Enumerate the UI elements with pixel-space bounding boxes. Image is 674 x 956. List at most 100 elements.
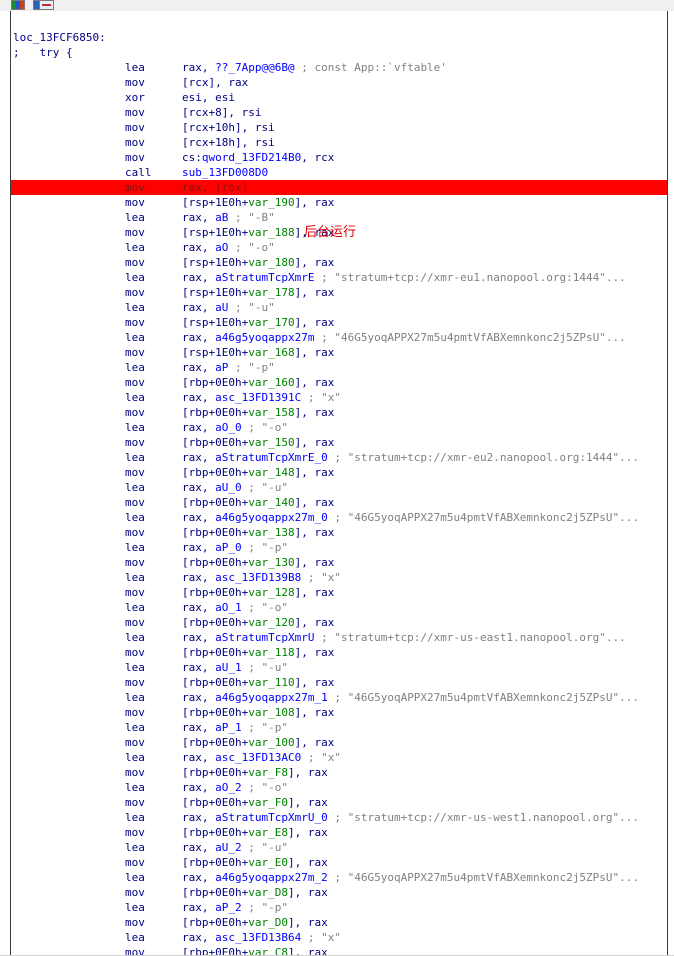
code-line[interactable]: mov [rsp+1E0h+var_168], rax (11, 345, 667, 360)
stack-var[interactable]: var_F8 (248, 766, 288, 779)
symbol-ref[interactable]: a46g5yoqappx27m (215, 331, 314, 344)
symbol-ref[interactable]: sub_13FD008D0 (182, 166, 268, 179)
stack-var[interactable]: var_150 (248, 436, 294, 449)
code-line[interactable]: mov [rbp+0E0h+var_100], rax (11, 735, 667, 750)
code-line[interactable]: mov [rbp+0E0h+var_128], rax (11, 585, 667, 600)
stack-var[interactable]: var_118 (248, 646, 294, 659)
stack-var[interactable]: var_138 (248, 526, 294, 539)
disassembly-view[interactable]: loc_13FCF6850: ; try { lea rax, ??_7App@@… (10, 11, 668, 956)
code-line[interactable]: mov [rbp+0E0h+var_F0], rax (11, 795, 667, 810)
stack-var[interactable]: var_168 (248, 346, 294, 359)
code-line[interactable]: lea rax, asc_13FD13AC0 ; "x" (11, 750, 667, 765)
code-line[interactable]: mov [rbp+0E0h+var_118], rax (11, 645, 667, 660)
stack-var[interactable]: var_140 (248, 496, 294, 509)
symbol-ref[interactable]: aStratumTcpXmrU (215, 631, 314, 644)
code-line[interactable]: mov [rbp+0E0h+var_148], rax (11, 465, 667, 480)
code-line[interactable]: mov [rsp+1E0h+var_180], rax (11, 255, 667, 270)
code-line[interactable]: mov [rcx+10h], rsi (11, 120, 667, 135)
symbol-ref[interactable]: aU_2 (215, 841, 242, 854)
stack-var[interactable]: var_E8 (248, 826, 288, 839)
symbol-ref[interactable]: a46g5yoqappx27m_1 (215, 691, 328, 704)
stack-var[interactable]: var_120 (248, 616, 294, 629)
code-line[interactable]: lea rax, aU ; "-u" (11, 300, 667, 315)
symbol-ref[interactable]: aP_0 (215, 541, 242, 554)
code-line[interactable]: mov [rsp+1E0h+var_178], rax (11, 285, 667, 300)
code-line[interactable]: mov [rbp+0E0h+var_160], rax (11, 375, 667, 390)
stack-var[interactable]: var_100 (248, 736, 294, 749)
code-line[interactable]: lea rax, aO_0 ; "-o" (11, 420, 667, 435)
symbol-ref[interactable]: aP (215, 361, 228, 374)
code-line[interactable]: xor esi, esi (11, 90, 667, 105)
code-line[interactable]: lea rax, a46g5yoqappx27m ; "46G5yoqAPPX27… (11, 330, 667, 345)
code-line[interactable]: lea rax, aP ; "-p" (11, 360, 667, 375)
symbol-ref[interactable]: aB (215, 211, 228, 224)
code-line[interactable]: lea rax, ??_7App@@6B@ ; const App::`vftab… (11, 60, 667, 75)
code-line[interactable]: mov [rbp+0E0h+var_110], rax (11, 675, 667, 690)
graph-view-icon[interactable] (11, 0, 25, 10)
code-line[interactable]: mov [rbp+0E0h+var_158], rax (11, 405, 667, 420)
symbol-ref[interactable]: qword_13FD214B0 (202, 151, 301, 164)
stack-var[interactable]: var_D0 (248, 916, 288, 929)
code-line[interactable]: mov [rbp+0E0h+var_140], rax (11, 495, 667, 510)
code-line[interactable]: mov [rsp+1E0h+var_190], rax (11, 195, 667, 210)
symbol-ref[interactable]: aP_1 (215, 721, 242, 734)
code-line[interactable]: mov [rbp+0E0h+var_D8], rax (11, 885, 667, 900)
stack-var[interactable]: var_110 (248, 676, 294, 689)
symbol-ref[interactable]: aStratumTcpXmrE_0 (215, 451, 328, 464)
symbol-ref[interactable]: aU_1 (215, 661, 242, 674)
symbol-ref[interactable]: aO_2 (215, 781, 242, 794)
symbol-ref[interactable]: aU_0 (215, 481, 242, 494)
code-line[interactable]: lea rax, aStratumTcpXmrE_0 ; "stratum+tcp… (11, 450, 667, 465)
stack-var[interactable]: var_F0 (248, 796, 288, 809)
code-line[interactable]: lea rax, aStratumTcpXmrU ; "stratum+tcp:/… (11, 630, 667, 645)
stack-var[interactable]: var_128 (248, 586, 294, 599)
stack-var[interactable]: var_160 (248, 376, 294, 389)
symbol-ref[interactable]: aO_1 (215, 601, 242, 614)
code-line[interactable]: lea rax, aStratumTcpXmrU_0 ; "stratum+tcp… (11, 810, 667, 825)
code-line[interactable]: mov cs:qword_13FD214B0, rcx (11, 150, 667, 165)
symbol-ref[interactable]: asc_13FD13AC0 (215, 751, 301, 764)
stack-var[interactable]: var_170 (248, 316, 294, 329)
symbol-ref[interactable]: aO (215, 241, 228, 254)
symbol-ref[interactable]: a46g5yoqappx27m_2 (215, 871, 328, 884)
code-line[interactable]: lea rax, aStratumTcpXmrE ; "stratum+tcp:/… (11, 270, 667, 285)
symbol-ref[interactable]: aO_0 (215, 421, 242, 434)
symbol-ref[interactable]: ??_7App@@6B@ (215, 61, 294, 74)
code-line[interactable]: lea rax, aU_2 ; "-u" (11, 840, 667, 855)
code-line[interactable]: mov [rbp+0E0h+var_120], rax (11, 615, 667, 630)
symbol-ref[interactable]: asc_13FD139B8 (215, 571, 301, 584)
code-line[interactable]: lea rax, aU_1 ; "-u" (11, 660, 667, 675)
code-line[interactable]: lea rax, aO_2 ; "-o" (11, 780, 667, 795)
symbol-ref[interactable]: asc_13FD1391C (215, 391, 301, 404)
code-line[interactable]: lea rax, aP_1 ; "-p" (11, 720, 667, 735)
code-line[interactable]: mov [rbp+0E0h+var_E8], rax (11, 825, 667, 840)
stack-var[interactable]: var_130 (248, 556, 294, 569)
code-line[interactable]: mov [rbp+0E0h+var_F8], rax (11, 765, 667, 780)
stack-var[interactable]: var_178 (248, 286, 294, 299)
code-line[interactable]: mov [rcx+18h], rsi (11, 135, 667, 150)
symbol-ref[interactable]: aStratumTcpXmrU_0 (215, 811, 328, 824)
code-line[interactable]: lea rax, asc_13FD139B8 ; "x" (11, 570, 667, 585)
code-line[interactable]: lea rax, aO_1 ; "-o" (11, 600, 667, 615)
stack-var[interactable]: var_158 (248, 406, 294, 419)
code-line[interactable]: mov [rbp+0E0h+var_150], rax (11, 435, 667, 450)
code-line[interactable]: lea rax, aU_0 ; "-u" (11, 480, 667, 495)
symbol-ref[interactable]: asc_13FD13B64 (215, 931, 301, 944)
code-line[interactable]: mov [rbp+0E0h+var_108], rax (11, 705, 667, 720)
dialog-window-icon[interactable] (39, 0, 54, 10)
code-line[interactable]: mov [rcx+8], rsi (11, 105, 667, 120)
stack-var[interactable]: var_180 (248, 256, 294, 269)
code-line[interactable]: lea rax, asc_13FD1391C ; "x" (11, 390, 667, 405)
code-line[interactable]: lea rax, a46g5yoqappx27m_2 ; "46G5yoqAPPX… (11, 870, 667, 885)
stack-var[interactable]: var_108 (248, 706, 294, 719)
code-line[interactable]: call sub_13FD008D0 (11, 165, 667, 180)
stack-var[interactable]: var_148 (248, 466, 294, 479)
highlighted-instruction[interactable]: mov rax, [rbx] (11, 180, 667, 195)
code-line[interactable]: mov [rbp+0E0h+var_E0], rax (11, 855, 667, 870)
code-line[interactable]: mov [rcx], rax (11, 75, 667, 90)
stack-var[interactable]: var_E0 (248, 856, 288, 869)
code-line[interactable]: mov [rsp+1E0h+var_170], rax (11, 315, 667, 330)
symbol-ref[interactable]: a46g5yoqappx27m_0 (215, 511, 328, 524)
stack-var[interactable]: var_188 (248, 226, 294, 239)
symbol-ref[interactable]: aP_2 (215, 901, 242, 914)
